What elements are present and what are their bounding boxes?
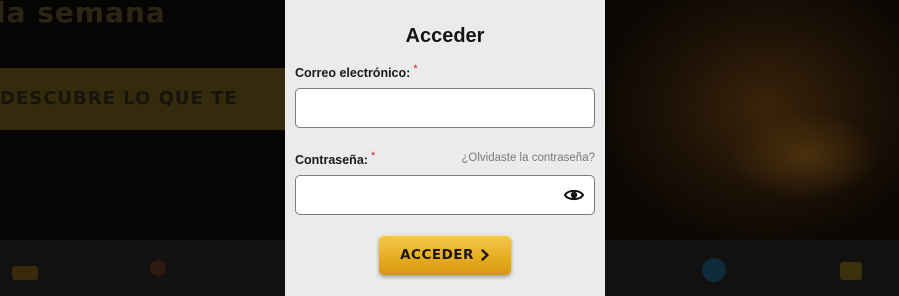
forgot-password-link[interactable]: ¿Olvidaste la contraseña? — [461, 152, 595, 164]
chevron-right-icon — [481, 249, 489, 261]
login-title: Acceder — [405, 25, 485, 47]
password-required-mark: * — [370, 150, 376, 162]
submit-button-label: ACCEDER — [400, 247, 474, 263]
login-panel: Acceder Correo electrónico: * Contraseña:… — [285, 0, 605, 296]
background-headline: la semana — [0, 0, 166, 29]
email-required-mark: * — [413, 63, 418, 75]
background-nav-icon — [702, 258, 726, 282]
background-nav-icon — [150, 260, 166, 276]
background-nav-icon — [840, 262, 862, 280]
email-field[interactable] — [295, 88, 595, 128]
email-label-text: Correo electrónico: — [295, 66, 411, 80]
password-label: Contraseña: * — [295, 150, 376, 167]
background-banner-text: DESCUBRE LO QUE TE — [0, 88, 238, 109]
password-label-text: Contraseña: — [295, 153, 368, 167]
password-field[interactable] — [295, 175, 595, 215]
email-label: Correo electrónico: * — [295, 63, 418, 80]
submit-button[interactable]: ACCEDER — [379, 235, 511, 275]
background-promo-glow — [729, 110, 879, 200]
background-nav-icon — [12, 266, 38, 280]
eye-icon[interactable] — [563, 185, 585, 205]
